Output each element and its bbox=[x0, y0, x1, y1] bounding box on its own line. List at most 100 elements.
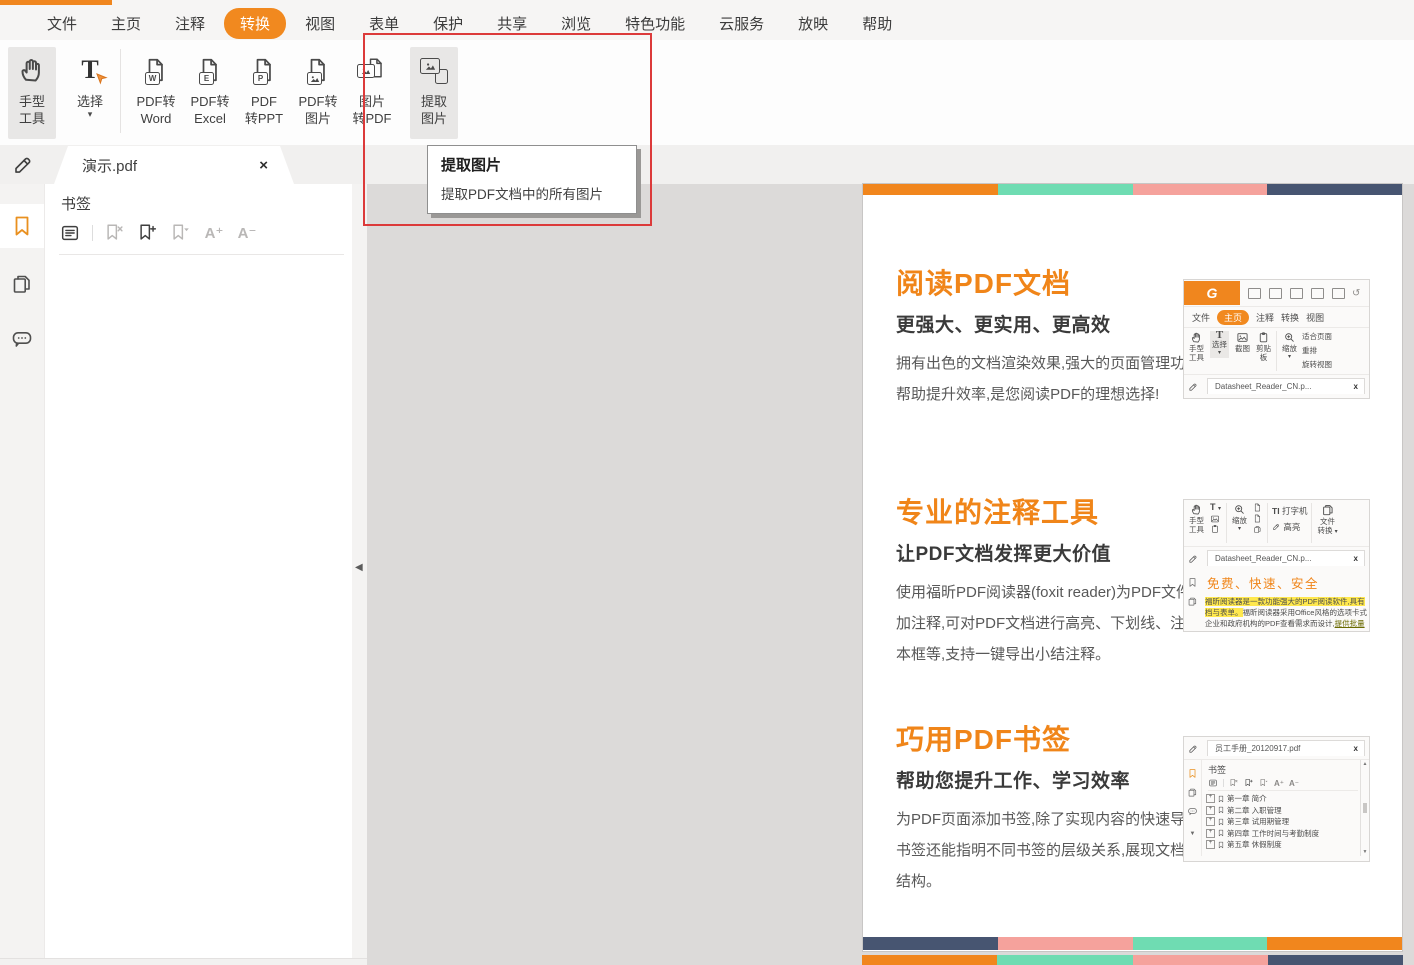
bookmarks-panel: 书签 A⁺ A⁻ bbox=[45, 184, 352, 958]
pdf-page: 阅读PDF文档 更强大、更实用、更高效 拥有出色的文档渲染效果,强大的页面管理功… bbox=[862, 183, 1403, 952]
body-line: 帮助提升效率,是您阅读PDF的理想选择! bbox=[896, 386, 1160, 403]
pdf-to-ppt-icon: P bbox=[251, 47, 277, 93]
extract-images-button[interactable]: 提取 图片 bbox=[410, 47, 458, 139]
menu-file[interactable]: 文件 bbox=[30, 8, 94, 39]
menu-home[interactable]: 主页 bbox=[94, 8, 158, 39]
menu-share[interactable]: 共享 bbox=[480, 8, 544, 39]
menu-items: 文件 主页 注释 转换 视图 表单 保护 共享 浏览 特色功能 云服务 放映 帮… bbox=[30, 8, 909, 39]
image-to-pdf-icon bbox=[357, 47, 387, 93]
menu-protect[interactable]: 保护 bbox=[416, 8, 480, 39]
section-heading: 阅读PDF文档 bbox=[896, 268, 1072, 299]
pdf-to-excel-button[interactable]: E PDF转 Excel bbox=[186, 47, 234, 139]
toolbar-separator bbox=[92, 225, 93, 241]
document-tab-bar: 演示.pdf × bbox=[0, 145, 1414, 184]
document-tab[interactable]: 演示.pdf × bbox=[54, 146, 294, 184]
section-heading: 专业的注释工具 bbox=[896, 497, 1100, 528]
bookmark-list-icon[interactable] bbox=[59, 222, 81, 244]
brand-accent-strip bbox=[0, 0, 112, 5]
pdf-to-word-button[interactable]: W PDF转 Word bbox=[132, 47, 180, 139]
body-line: 拥有出色的文档渲染效果,强大的页面管理功能, bbox=[896, 355, 1205, 372]
add-bookmark-icon[interactable] bbox=[137, 222, 159, 244]
collapse-bookmarks-icon[interactable]: A⁻ bbox=[236, 222, 258, 244]
panel-divider bbox=[59, 254, 344, 255]
foxit-reader-window: 文件 主页 注释 转换 视图 表单 保护 共享 浏览 特色功能 云服务 放映 帮… bbox=[0, 0, 1414, 965]
body-line: 使用福昕PDF阅读器(foxit reader)为PDF文件添 bbox=[896, 584, 1207, 601]
pdf-to-image-icon bbox=[305, 47, 331, 93]
mini-screenshot-reader-ui: G ↺ 文件 主页 注释 转换 视图 手型 工具 T 选择 ▾ 截图 剪贴板 缩… bbox=[1183, 279, 1370, 399]
extract-images-icon bbox=[419, 47, 449, 93]
body-line: 书签还能指明不同书签的层级关系,展现文档的 bbox=[896, 842, 1201, 859]
export-icon bbox=[1311, 287, 1324, 299]
pdf-to-excel-icon: E bbox=[197, 47, 223, 93]
tooltip-description: 提取PDF文档中的所有图片 bbox=[441, 187, 603, 202]
page-bottom-stripe bbox=[863, 937, 1402, 950]
new-doc-icon bbox=[1332, 287, 1345, 299]
hand-tool-button[interactable]: 手型 工具 bbox=[8, 47, 56, 139]
extract-images-tooltip: 提取图片 提取PDF文档中的所有图片 bbox=[427, 145, 637, 214]
section-subheading: 帮助您提升工作、学习效率 bbox=[896, 771, 1131, 792]
menu-cloud[interactable]: 云服务 bbox=[702, 8, 781, 39]
ribbon-toolbar: 手型 工具 T 选择 ▾ W PDF转 Word E PDF转 Excel P … bbox=[0, 40, 1414, 146]
collapse-panel-icon[interactable]: ◀ bbox=[355, 562, 363, 573]
foxit-logo: G bbox=[1184, 281, 1240, 305]
hand-icon bbox=[17, 47, 47, 93]
tab-close-icon[interactable]: × bbox=[259, 157, 268, 174]
section-annotation-tools: 专业的注释工具 让PDF文档发挥更大价值 使用福昕PDF阅读器(foxit re… bbox=[896, 497, 1231, 670]
expand-bookmarks-icon[interactable]: A⁺ bbox=[203, 222, 225, 244]
tooltip-title: 提取图片 bbox=[441, 157, 502, 174]
save-icon bbox=[1269, 287, 1282, 299]
comments-panel-icon[interactable] bbox=[0, 317, 44, 361]
menu-bar: 文件 主页 注释 转换 视图 表单 保护 共享 浏览 特色功能 云服务 放映 帮… bbox=[0, 0, 1414, 40]
next-page-top-stripe bbox=[862, 955, 1403, 965]
section-heading: 巧用PDF书签 bbox=[896, 724, 1072, 755]
mini-screenshot-annotation-ui: 手型 工具 T ▾ 缩放 ▾ TI 打字机 高亮 文件 转换 ▾ Datashe… bbox=[1183, 499, 1370, 632]
hand-tool-label: 手型 bbox=[18, 94, 45, 109]
print-icon bbox=[1290, 287, 1303, 299]
mini-scrollbar: ▲ ▼ bbox=[1360, 760, 1369, 856]
body-line: 本框等,支持一键导出小结注释。 bbox=[896, 646, 1111, 663]
body-line: 为PDF页面添加书签,除了实现内容的快速导航, bbox=[896, 811, 1205, 828]
mini-sidebar-icons: ▼ bbox=[1184, 760, 1201, 856]
section-bookmarks: 巧用PDF书签 帮助您提升工作、学习效率 为PDF页面添加书签,除了实现内容的快… bbox=[896, 724, 1205, 897]
select-tool-button[interactable]: T 选择 ▾ bbox=[66, 47, 114, 139]
body-line: 加注释,可对PDF文档进行高亮、下划线、注释、文 bbox=[896, 615, 1231, 632]
pdf-to-image-button[interactable]: PDF转 图片 bbox=[294, 47, 342, 139]
page-top-stripe bbox=[863, 184, 1402, 195]
section-read-pdf: 阅读PDF文档 更强大、更实用、更高效 拥有出色的文档渲染效果,强大的页面管理功… bbox=[896, 268, 1205, 410]
bookmarks-toolbar: A⁺ A⁻ bbox=[59, 222, 258, 244]
mini-bookmarks-title: 书签 bbox=[1208, 765, 1227, 775]
bookmarks-panel-icon[interactable] bbox=[0, 204, 44, 248]
bookmark-options-icon[interactable] bbox=[170, 222, 192, 244]
panel-resize-gutter[interactable]: ◀ bbox=[352, 184, 367, 958]
menu-help[interactable]: 帮助 bbox=[845, 8, 909, 39]
select-dropdown-arrow[interactable]: ▾ bbox=[88, 110, 93, 119]
menu-features[interactable]: 特色功能 bbox=[608, 8, 702, 39]
section-subheading: 让PDF文档发挥更大价值 bbox=[896, 544, 1112, 565]
undo-icon: ↺ bbox=[1352, 287, 1361, 299]
mini-sidebar-icons bbox=[1184, 569, 1201, 629]
body-line: 结构。 bbox=[896, 873, 942, 890]
menu-comment[interactable]: 注释 bbox=[158, 8, 222, 39]
navigation-icon-strip bbox=[0, 184, 45, 958]
document-tab-title: 演示.pdf bbox=[82, 157, 138, 175]
delete-bookmark-icon[interactable] bbox=[104, 222, 126, 244]
mini-doc-heading: 免费、快速、安全 bbox=[1207, 577, 1320, 591]
text-select-icon: T bbox=[81, 47, 98, 93]
pages-panel-icon[interactable] bbox=[0, 262, 44, 306]
mini-screenshot-bookmarks-ui: 员工手册_20120917.pdf x ▼ 书签 A⁺ A⁻ + 第一章 简介 … bbox=[1183, 736, 1370, 862]
section-subheading: 更强大、更实用、更高效 bbox=[896, 315, 1111, 336]
open-icon bbox=[1248, 287, 1261, 299]
pdf-to-ppt-button[interactable]: P PDF 转PPT bbox=[240, 47, 288, 139]
menu-view[interactable]: 视图 bbox=[288, 8, 352, 39]
pdf-to-word-icon: W bbox=[143, 47, 169, 93]
select-label: 选择 bbox=[76, 94, 103, 109]
menu-browse[interactable]: 浏览 bbox=[544, 8, 608, 39]
toolbar-separator bbox=[120, 49, 121, 133]
status-strip bbox=[0, 958, 367, 965]
menu-form[interactable]: 表单 bbox=[352, 8, 416, 39]
menu-convert[interactable]: 转换 bbox=[224, 8, 287, 39]
menu-present[interactable]: 放映 bbox=[781, 8, 845, 39]
bookmarks-panel-title: 书签 bbox=[61, 196, 92, 213]
image-to-pdf-button[interactable]: 图片 转PDF bbox=[348, 47, 396, 139]
annotate-pencil-icon[interactable] bbox=[8, 149, 40, 179]
